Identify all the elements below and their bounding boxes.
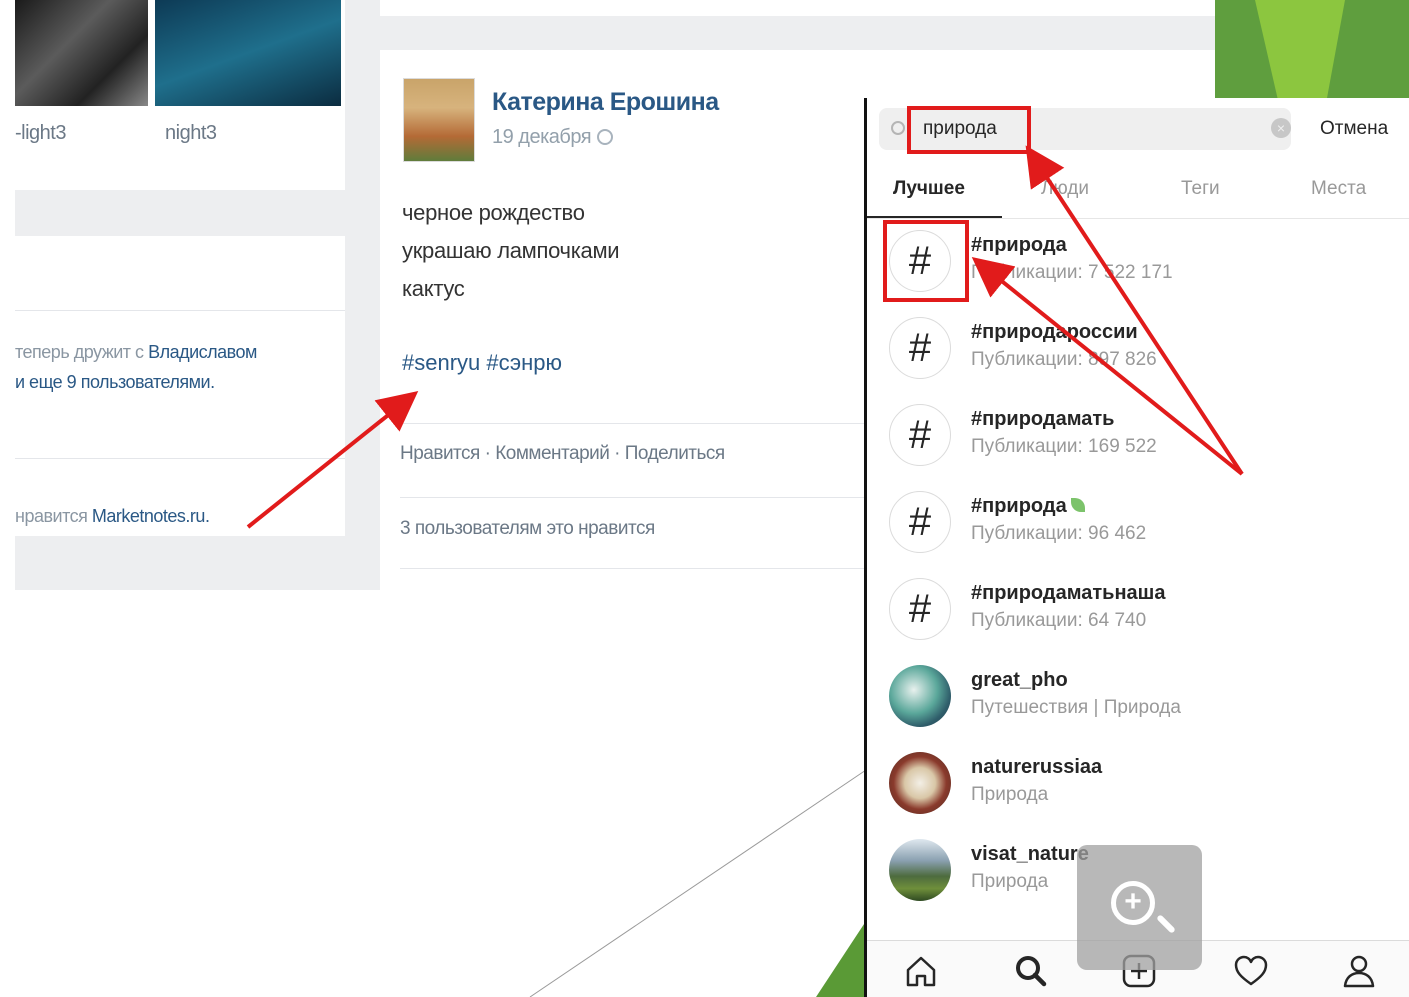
vk-photo-label[interactable]: night3 <box>165 122 217 145</box>
result-subtitle: Природа <box>971 784 1049 805</box>
cancel-button[interactable]: Отмена <box>1320 118 1388 140</box>
page-link[interactable]: Marketnotes.ru. <box>92 506 210 526</box>
vk-news-box: теперь дружит с Владиславом и еще 9 поль… <box>15 236 345 536</box>
result-name: #природа <box>971 495 1085 518</box>
vk-photos-block: -light3 night3 <box>15 0 345 190</box>
tab-top[interactable]: Лучшее <box>893 178 965 200</box>
heart-icon[interactable] <box>1231 951 1271 991</box>
post-date-text: 19 декабря <box>492 126 592 148</box>
result-name: #природамать <box>971 408 1115 430</box>
avatar <box>889 665 951 727</box>
vk-previous-post-edge <box>380 0 1215 16</box>
result-name: naturerussiaa <box>971 756 1103 778</box>
zoom-in-icon: + <box>1111 881 1155 925</box>
result-subtitle: Путешествия | Природа <box>971 697 1181 718</box>
post-likes-summary[interactable]: 3 пользователям это нравится <box>400 518 655 540</box>
friends-more-link[interactable]: и еще 9 пользователями. <box>15 372 215 392</box>
search-icon <box>891 121 905 135</box>
leaf-icon <box>1070 498 1085 512</box>
list-item[interactable]: # #природа Публикации: 96 462 <box>867 481 1409 567</box>
post-text-line: украшаю лампочками <box>402 238 620 263</box>
vk-photo-label[interactable]: -light3 <box>15 122 66 145</box>
feed-text: теперь дружит с <box>15 342 144 362</box>
result-subtitle: Публикации: 96 462 <box>971 523 1147 544</box>
vk-friend-update: теперь дружит с Владиславом <box>15 342 257 363</box>
hashtag-icon: # <box>889 404 951 466</box>
highlight-search-box <box>907 106 1031 154</box>
result-name-text: #природа <box>971 495 1067 517</box>
result-name: #природаматьнаша <box>971 582 1166 604</box>
result-subtitle: Публикации: 64 740 <box>971 610 1147 631</box>
result-name: visat_nature <box>971 843 1089 865</box>
highlight-hashtag-box <box>883 220 969 302</box>
list-item[interactable]: # #природаматьнаша Публикации: 64 740 <box>867 568 1409 654</box>
list-item[interactable]: naturerussiaa Природа <box>867 742 1409 828</box>
decorative-green-triangle <box>816 918 868 997</box>
tab-places[interactable]: Места <box>1311 178 1366 200</box>
post-actions[interactable]: Нравится · Комментарий · Поделиться <box>400 443 725 465</box>
home-icon[interactable] <box>901 951 941 991</box>
clear-icon[interactable]: × <box>1271 118 1291 138</box>
globe-icon <box>597 129 614 145</box>
avatar <box>889 752 951 814</box>
result-name: #природа <box>971 234 1067 256</box>
post-author[interactable]: Катерина Ерошина <box>492 88 719 117</box>
list-item[interactable]: # #природамать Публикации: 169 522 <box>867 394 1409 480</box>
avatar <box>889 839 951 901</box>
vk-photo-thumbnail[interactable] <box>155 0 341 106</box>
post-text-line: кактус <box>402 276 465 301</box>
active-tab-indicator <box>867 216 1002 218</box>
tabs-divider <box>867 218 1409 219</box>
hashtag-icon: # <box>889 491 951 553</box>
post-hashtags[interactable]: #senryu #сэнрю <box>402 350 562 376</box>
hashtag-icon: # <box>889 578 951 640</box>
result-subtitle: Публикации: 169 522 <box>971 436 1157 457</box>
feed-text: нравится <box>15 506 88 526</box>
vk-photo-thumbnail[interactable] <box>15 0 148 106</box>
zoom-overlay[interactable]: + <box>1077 845 1202 970</box>
divider <box>15 310 345 311</box>
result-subtitle: Публикации: 897 826 <box>971 349 1157 370</box>
zoom-handle <box>1156 914 1176 934</box>
profile-icon[interactable] <box>1339 951 1379 991</box>
hashtag-icon: # <box>889 317 951 379</box>
search-icon[interactable] <box>1011 951 1051 991</box>
post-date[interactable]: 19 декабря <box>492 126 614 149</box>
result-subtitle: Природа <box>971 871 1049 892</box>
list-item[interactable]: # #природароссии Публикации: 897 826 <box>867 307 1409 393</box>
vk-like-update: нравится Marketnotes.ru. <box>15 506 210 527</box>
result-name: great_pho <box>971 669 1068 691</box>
tab-tags[interactable]: Теги <box>1181 178 1220 200</box>
result-subtitle: Публикации: 7 522 171 <box>971 262 1173 283</box>
list-item[interactable]: great_pho Путешествия | Природа <box>867 655 1409 741</box>
post-text-line: черное рождество <box>402 200 585 225</box>
result-name: #природароссии <box>971 321 1138 343</box>
vk-friend-update-cont: и еще 9 пользователями. <box>15 372 215 393</box>
divider <box>15 458 345 459</box>
vk-left-column: -light3 night3 теперь дружит с Владислав… <box>15 0 345 590</box>
tab-people[interactable]: Люди <box>1041 178 1089 200</box>
friend-link[interactable]: Владиславом <box>148 342 257 362</box>
avatar[interactable] <box>403 78 475 162</box>
